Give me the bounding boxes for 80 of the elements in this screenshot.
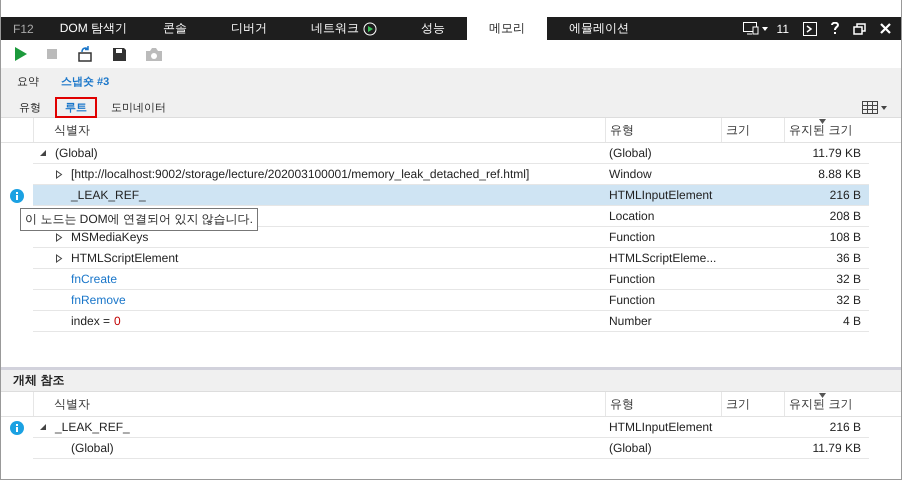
tree-row[interactable]: (Global)	[33, 438, 605, 459]
close-icon[interactable]	[880, 23, 891, 34]
play-icon[interactable]	[15, 47, 27, 61]
panel-title: 개체 참조	[1, 370, 901, 392]
tab[interactable]: 성능	[399, 17, 468, 40]
retained-size-cell: 208 B	[784, 206, 869, 227]
retained-size-cell: 216 B	[784, 417, 869, 438]
retained-size-cell: 108 B	[784, 227, 869, 248]
monitor-icon	[742, 22, 759, 35]
identifier-text: MSMediaKeys	[71, 230, 148, 244]
tree-row[interactable]: _LEAK_REF_	[33, 185, 605, 206]
retained-size-cell: 216 B	[784, 185, 869, 206]
type-cell: Function	[605, 227, 721, 248]
type-cell: HTMLScriptEleme...	[605, 248, 721, 269]
identifier-text: [http://localhost:9002/storage/lecture/202003100001/memory_leak_detached_ref.html]	[71, 167, 530, 181]
retained-size-cell: 32 B	[784, 290, 869, 311]
collapsed-arrow-icon[interactable]	[55, 254, 63, 262]
identifier-text: _LEAK_REF_	[55, 420, 130, 434]
caret-icon	[881, 106, 887, 110]
retained-size-cell: 11.79 KB	[784, 143, 869, 164]
identifier-text: fnCreate	[71, 272, 118, 286]
collapsed-arrow-icon[interactable]	[55, 170, 63, 178]
column-header[interactable]: 크기	[721, 118, 784, 142]
type-cell: (Global)	[605, 438, 721, 459]
type-cell: Location	[605, 206, 721, 227]
tab[interactable]: 네트워크	[289, 17, 400, 40]
help-icon[interactable]	[831, 22, 839, 35]
view-tab[interactable]: 유형	[9, 97, 51, 118]
tab[interactable]: 에뮬레이션	[547, 17, 652, 40]
tree-row[interactable]: fnRemove	[33, 290, 605, 311]
caret-icon	[762, 26, 768, 30]
retained-size-cell: 36 B	[784, 248, 869, 269]
identifier-text: HTMLScriptElement	[71, 251, 178, 265]
identifier-text: (Global)	[71, 441, 114, 455]
identifier-text: fnRemove	[71, 293, 126, 307]
tooltip: 이 노드는 DOM에 연결되어 있지 않습니다.	[20, 208, 258, 231]
identifier-text: _LEAK_REF_	[71, 188, 146, 202]
tab[interactable]: 디버거	[209, 17, 290, 40]
restore-icon[interactable]	[853, 22, 866, 34]
view-tab[interactable]: 루트	[55, 97, 97, 118]
type-cell: (Global)	[605, 143, 721, 164]
type-cell: Number	[605, 311, 721, 332]
devtools-label: F12	[12, 20, 35, 38]
expanded-arrow-icon[interactable]	[39, 423, 47, 431]
console-icon[interactable]	[803, 22, 817, 36]
retained-size-cell: 11.79 KB	[784, 438, 869, 459]
view-tab[interactable]: 도미네이터	[101, 97, 176, 118]
type-cell: Function	[605, 290, 721, 311]
type-cell: HTMLInputElement	[605, 417, 721, 438]
tree-row[interactable]: (Global)	[33, 143, 605, 164]
column-header[interactable]: 유형	[605, 118, 721, 142]
expanded-arrow-icon[interactable]	[39, 149, 47, 157]
collapsed-arrow-icon[interactable]	[55, 232, 63, 242]
type-cell: HTMLInputElement	[605, 185, 721, 206]
tab[interactable]: DOM 탐색기	[46, 17, 142, 40]
column-header[interactable]: 크기	[721, 392, 784, 416]
import-icon[interactable]	[77, 46, 93, 62]
column-header[interactable]: 식별자	[33, 392, 605, 416]
column-header[interactable]: 유지된 크기	[784, 392, 869, 416]
snapshot-title: 스냅숏 #3	[61, 75, 110, 89]
type-cell: Function	[605, 269, 721, 290]
tree-row[interactable]: index = 0	[33, 311, 605, 332]
grid-icon	[862, 101, 878, 114]
tree-row[interactable]: fnCreate	[33, 269, 605, 290]
column-header[interactable]: 유지된 크기	[784, 118, 869, 142]
retained-size-cell: 32 B	[784, 269, 869, 290]
tree-row[interactable]: _LEAK_REF_	[33, 417, 605, 438]
column-header[interactable]: 유형	[605, 392, 721, 416]
identifier-text: (Global)	[55, 146, 98, 160]
tab[interactable]: 콘솔	[141, 17, 210, 40]
value-text: 0	[114, 314, 121, 328]
save-icon[interactable]	[113, 48, 126, 60]
column-header[interactable]: 식별자	[33, 118, 605, 142]
document-mode-button[interactable]: 11	[742, 22, 789, 36]
tree-row[interactable]: HTMLScriptElement	[33, 248, 605, 269]
tab[interactable]: 메모리	[467, 17, 548, 40]
columns-button[interactable]	[862, 101, 887, 114]
identifier-text: index =	[71, 314, 110, 328]
summary-link[interactable]: 요약	[17, 74, 39, 89]
retained-size-cell: 4 B	[784, 311, 869, 332]
